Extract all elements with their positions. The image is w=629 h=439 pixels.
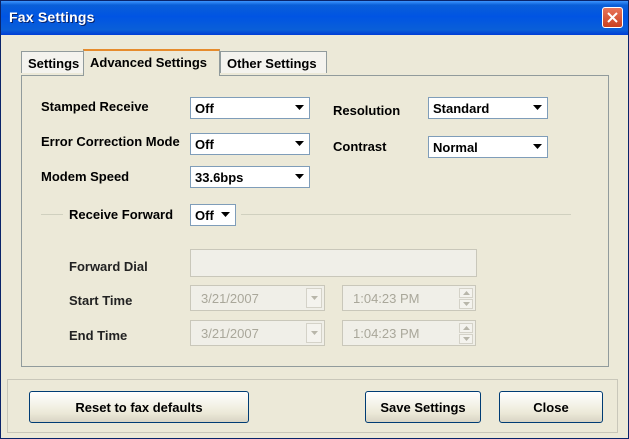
stamped-receive-select[interactable]: Off: [190, 97, 310, 119]
receive-forward-select[interactable]: Off: [190, 204, 236, 226]
chevron-down-icon: [291, 168, 308, 186]
forward-dial-input[interactable]: [190, 249, 477, 277]
resolution-select[interactable]: Standard: [428, 97, 548, 119]
tab-settings[interactable]: Settings: [21, 51, 84, 73]
error-correction-select[interactable]: Off: [190, 133, 310, 155]
spin-up-icon[interactable]: [459, 323, 473, 333]
chevron-down-icon: [529, 99, 546, 117]
spin-down-icon[interactable]: [459, 299, 473, 309]
start-time-label: Start Time: [69, 293, 133, 308]
chevron-down-icon: [306, 288, 322, 308]
modem-speed-label: Modem Speed: [41, 169, 130, 184]
resolution-label: Resolution: [333, 103, 401, 118]
close-button[interactable]: Close: [499, 391, 603, 423]
reset-to-defaults-button[interactable]: Reset to fax defaults: [29, 391, 249, 423]
end-time-spinner[interactable]: 1:04:23 PM: [342, 320, 476, 346]
end-date-picker[interactable]: 3/21/2007: [190, 320, 325, 346]
chevron-down-icon: [217, 206, 234, 224]
chevron-down-icon: [306, 323, 322, 343]
chevron-down-icon: [529, 138, 546, 156]
error-correction-label: Error Correction Mode: [41, 134, 180, 149]
close-icon: [607, 12, 618, 23]
window-close-button[interactable]: [602, 7, 623, 28]
modem-speed-select[interactable]: 33.6bps: [190, 166, 310, 188]
receive-forward-label: Receive Forward: [69, 207, 174, 222]
group-divider-left: [41, 214, 63, 215]
fax-settings-window: Fax Settings Settings Advanced Settings …: [0, 0, 629, 439]
chevron-down-icon: [291, 135, 308, 153]
stamped-receive-label: Stamped Receive: [41, 99, 149, 114]
spin-down-icon[interactable]: [459, 334, 473, 344]
save-settings-button[interactable]: Save Settings: [365, 391, 481, 423]
chevron-down-icon: [291, 99, 308, 117]
end-time-label: End Time: [69, 328, 128, 343]
window-title: Fax Settings: [9, 9, 95, 25]
title-bar[interactable]: Fax Settings: [1, 1, 628, 35]
tab-advanced-settings[interactable]: Advanced Settings: [83, 49, 220, 76]
group-divider-right: [241, 214, 571, 215]
start-time-spinner[interactable]: 1:04:23 PM: [342, 285, 476, 311]
spin-up-icon[interactable]: [459, 288, 473, 298]
start-date-picker[interactable]: 3/21/2007: [190, 285, 325, 311]
forward-dial-label: Forward Dial: [69, 259, 148, 274]
contrast-label: Contrast: [333, 139, 387, 154]
tab-other-settings[interactable]: Other Settings: [220, 51, 327, 73]
contrast-select[interactable]: Normal: [428, 136, 548, 158]
